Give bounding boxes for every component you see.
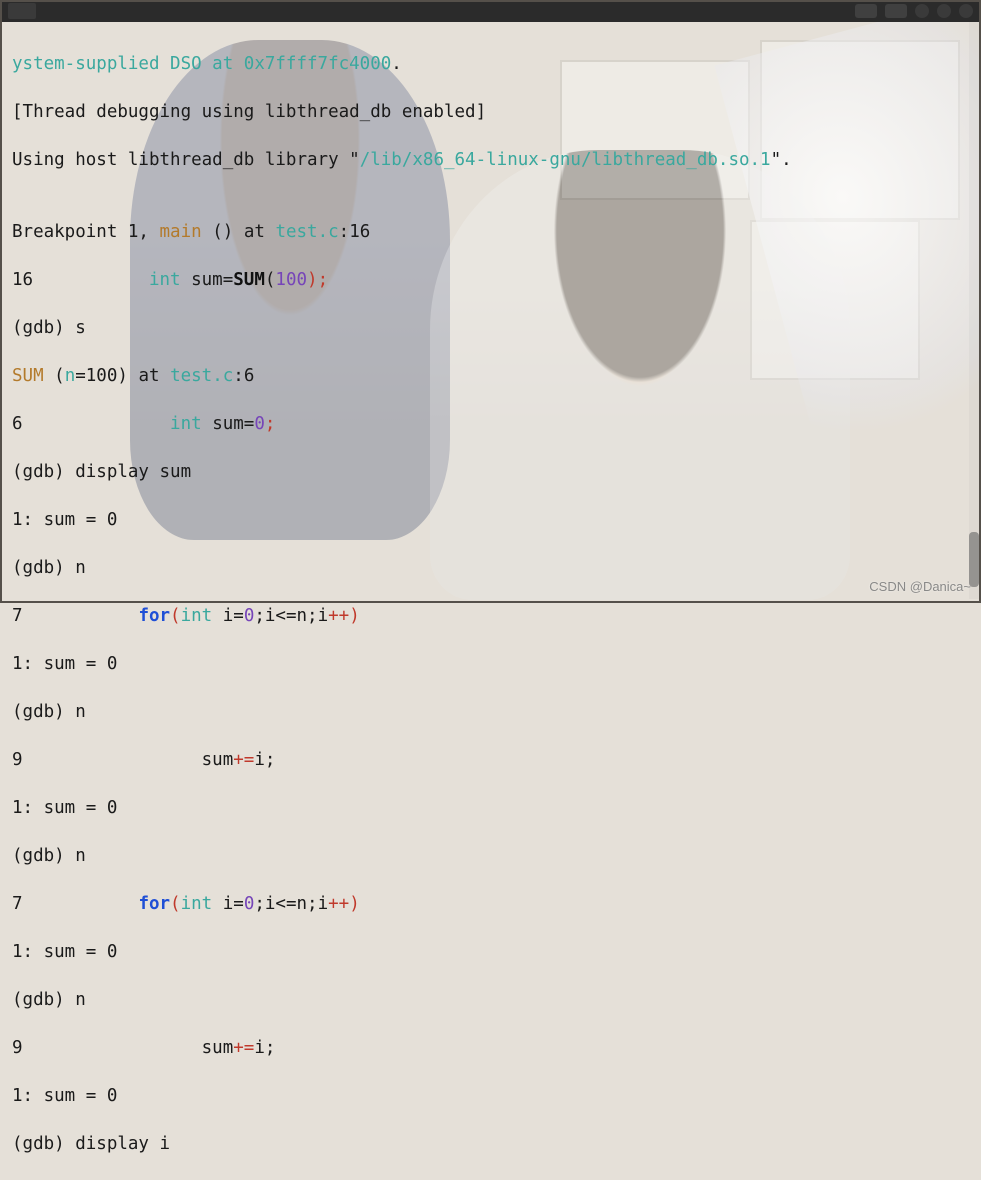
gdb-prompt-line: (gdb) n xyxy=(12,700,977,724)
output-line: 7 for(int i=0;i<=n;i++) xyxy=(12,892,977,916)
output-line: 6 int sum=0; xyxy=(12,412,977,436)
output-line: 1: sum = 0 xyxy=(12,508,977,532)
output-line: Breakpoint 1, main () at test.c:16 xyxy=(12,220,977,244)
output-line: 1: sum = 0 xyxy=(12,796,977,820)
output-line: ystem-supplied DSO at 0x7ffff7fc4000. xyxy=(12,52,977,76)
watermark-text: CSDN @Danica~ xyxy=(869,575,971,599)
gdb-prompt-line: (gdb) s xyxy=(12,316,977,340)
titlebar-left-button[interactable] xyxy=(8,3,36,19)
output-line: 7 for(int i=0;i<=n;i++) xyxy=(12,604,977,628)
output-line: 9 sum+=i; xyxy=(12,1036,977,1060)
output-line: Using host libthread_db library "/lib/x8… xyxy=(12,148,977,172)
maximize-icon[interactable] xyxy=(937,4,951,18)
terminal-output[interactable]: ystem-supplied DSO at 0x7ffff7fc4000. [T… xyxy=(0,22,981,1180)
minimize-icon[interactable] xyxy=(915,4,929,18)
titlebar-button-1[interactable] xyxy=(855,4,877,18)
output-line: SUM (n=100) at test.c:6 xyxy=(12,364,977,388)
window-titlebar xyxy=(0,0,981,22)
output-line: 1: sum = 0 xyxy=(12,1084,977,1108)
output-line: [Thread debugging using libthread_db ena… xyxy=(12,100,977,124)
output-line: 1: sum = 0 xyxy=(12,940,977,964)
output-line: 16 int sum=SUM(100); xyxy=(12,268,977,292)
gdb-prompt-line: (gdb) n xyxy=(12,988,977,1012)
vertical-scrollbar[interactable] xyxy=(969,22,979,599)
close-icon[interactable] xyxy=(959,4,973,18)
gdb-prompt-line: (gdb) display sum xyxy=(12,460,977,484)
titlebar-button-2[interactable] xyxy=(885,4,907,18)
output-line: 9 sum+=i; xyxy=(12,748,977,772)
output-line: 1: sum = 0 xyxy=(12,652,977,676)
gdb-prompt-line: (gdb) display i xyxy=(12,1132,977,1156)
gdb-prompt-line: (gdb) n xyxy=(12,844,977,868)
gdb-prompt-line: (gdb) n xyxy=(12,556,977,580)
